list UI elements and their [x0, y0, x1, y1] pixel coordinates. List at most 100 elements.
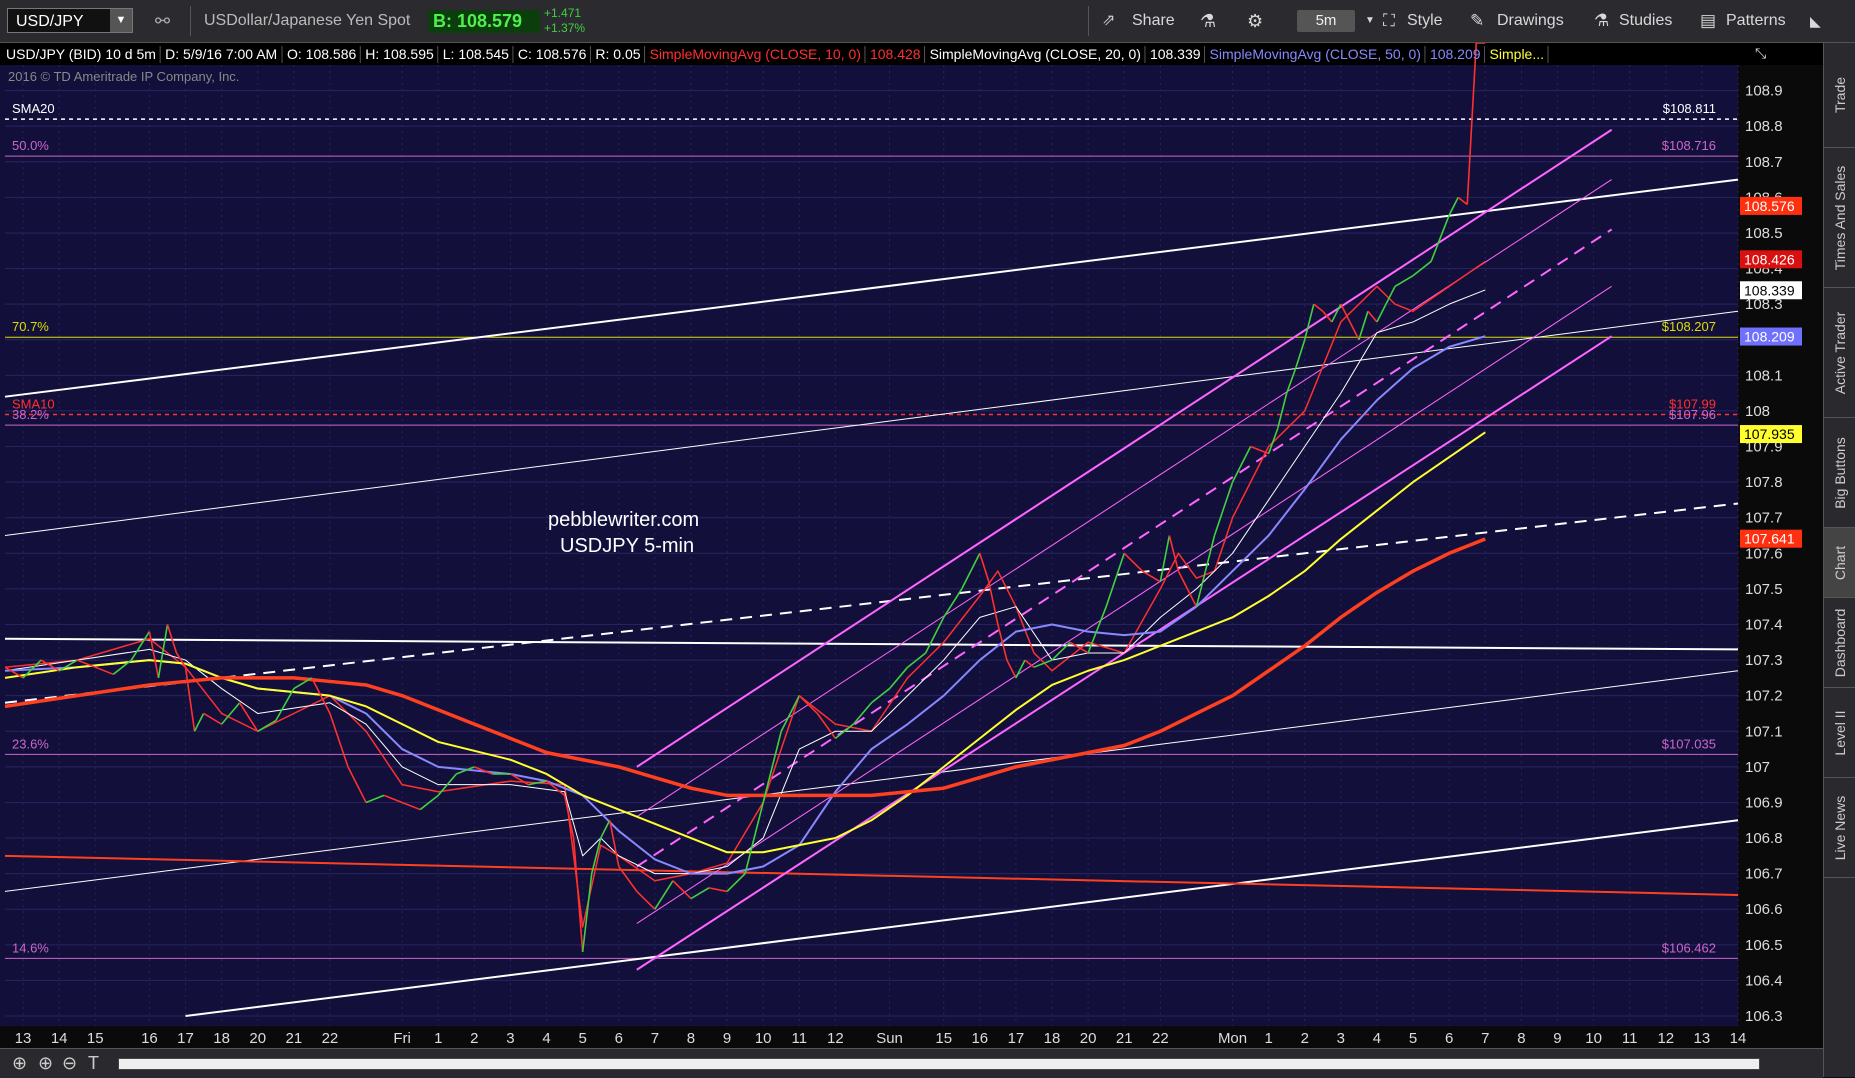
style-icon[interactable]: ⛶	[1383, 0, 1395, 42]
price-tick-label: 106.4	[1745, 972, 1783, 989]
gear-icon[interactable]: ⚙	[1247, 0, 1263, 42]
sidebar-tab-level-ii[interactable]: Level II	[1824, 688, 1855, 778]
time-tick-label: 3	[506, 1030, 514, 1047]
studies-icon[interactable]: ⚗	[1594, 0, 1609, 42]
crosshair-icon: ⤡	[1755, 45, 1766, 61]
text-tool-icon[interactable]: T	[88, 1053, 99, 1074]
header-item: SimpleMovingAvg (CLOSE, 50, 0)	[1210, 46, 1421, 62]
flask-icon[interactable]: ⚗	[1200, 0, 1216, 42]
price-label-text: 107.641	[1744, 531, 1795, 547]
price-tick-label: 106.8	[1745, 830, 1783, 847]
sidebar-tab-label: Live News	[1832, 795, 1848, 860]
header-item: USD/JPY (BID) 10 d 5m	[6, 46, 156, 62]
price-tick-label: 107.6	[1745, 545, 1783, 562]
time-tick-label: 5	[1409, 1030, 1417, 1047]
sidebar-tab-dashboard[interactable]: Dashboard	[1824, 598, 1855, 688]
time-tick-label: 15	[935, 1030, 952, 1047]
scrollbar-thumb[interactable]	[119, 1059, 1759, 1069]
time-tick-label: 11	[792, 1030, 808, 1047]
time-tick-label: 7	[1481, 1030, 1489, 1047]
price-tick-label: 108	[1745, 403, 1770, 420]
time-axis-background	[0, 1026, 1823, 1048]
chart-background	[0, 43, 1823, 1048]
level-label-right: $108.811	[1663, 101, 1716, 116]
price-tick-label: 106.9	[1745, 794, 1783, 811]
price-tick-label: 107.4	[1745, 616, 1783, 633]
sidebar-tab-trade[interactable]: Trade	[1824, 43, 1855, 148]
time-tick-label: 8	[687, 1030, 695, 1047]
collapse-icon[interactable]: ◣	[1810, 0, 1821, 42]
price-tick-label: 108.5	[1745, 225, 1783, 242]
header-item: 108.339	[1150, 46, 1201, 62]
time-tick-label: 4	[1373, 1030, 1381, 1047]
header-item: R: 0.05	[595, 46, 640, 62]
price-label-text: 108.339	[1744, 282, 1795, 298]
time-tick-label: 22	[1152, 1030, 1169, 1047]
price-tick-label: 107.5	[1745, 581, 1783, 598]
level-label-left: 50.0%	[12, 138, 49, 153]
sidebar-tab-active-trader[interactable]: Active Trader	[1824, 288, 1855, 418]
time-tick-label: 16	[141, 1030, 158, 1047]
time-tick-label: 14	[1730, 1030, 1747, 1047]
time-tick-label: Mon	[1218, 1030, 1247, 1047]
price-tick-label: 107.8	[1745, 474, 1783, 491]
sidebar-tab-label: Big Buttons	[1832, 436, 1848, 509]
change-absolute: +1.471	[544, 6, 582, 20]
sidebar-tab-chart[interactable]: Chart	[1824, 528, 1855, 598]
time-tick-label: 18	[213, 1030, 230, 1047]
time-tick-label: 12	[1657, 1030, 1674, 1047]
price-tick-label: 106.7	[1745, 866, 1783, 883]
header-item: Simple...	[1490, 46, 1544, 62]
time-tick-label: Fri	[393, 1030, 411, 1047]
symbol-dropdown-icon[interactable]: ▼	[110, 9, 132, 32]
time-tick-label: 6	[615, 1030, 623, 1047]
level-label-right: $107.96	[1669, 407, 1716, 422]
zoom-in-icon[interactable]: ⊕	[38, 1053, 53, 1074]
time-tick-label: 5	[578, 1030, 586, 1047]
price-tick-label: 107.7	[1745, 510, 1783, 527]
price-label-text: 107.935	[1744, 426, 1795, 442]
share-icon[interactable]: ⇗	[1102, 0, 1115, 42]
time-tick-label: 20	[1080, 1030, 1097, 1047]
time-tick-label: 10	[1585, 1030, 1602, 1047]
header-item: 108.428	[870, 46, 921, 62]
header-item: 108.209	[1430, 46, 1481, 62]
sidebar-tab-label: Level II	[1832, 709, 1848, 756]
price-tick-label: 107	[1745, 759, 1770, 776]
time-tick-label: 6	[1445, 1030, 1453, 1047]
share-button[interactable]: Share	[1132, 0, 1175, 42]
bid-price: B: 108.579	[428, 10, 540, 33]
level-label-right: $106.462	[1662, 940, 1716, 955]
timeframe-button[interactable]: 5m	[1297, 10, 1355, 32]
studies-button[interactable]: Studies	[1619, 0, 1672, 42]
pencil-icon[interactable]: ✎	[1470, 0, 1484, 42]
header-item: L: 108.545	[443, 46, 509, 62]
time-tick-label: 13	[15, 1030, 32, 1047]
drawings-button[interactable]: Drawings	[1497, 0, 1564, 42]
right-sidebar: Trade Times And Sales Active Trader Big But…	[1823, 43, 1855, 1077]
patterns-icon[interactable]: ▤	[1700, 0, 1716, 42]
sidebar-tab-big-buttons[interactable]: Big Buttons	[1824, 418, 1855, 528]
price-tick-label: 107.1	[1745, 723, 1783, 740]
time-tick-label: 18	[1044, 1030, 1061, 1047]
level-label-left: 38.2%	[12, 407, 49, 422]
crosshair-tool-icon[interactable]: ⊕	[12, 1053, 27, 1074]
zoom-out-icon[interactable]: ⊖	[62, 1053, 77, 1074]
price-tick-label: 108.8	[1745, 118, 1783, 135]
level-label-left: 70.7%	[12, 319, 49, 334]
patterns-button[interactable]: Patterns	[1726, 0, 1786, 42]
time-tick-label: 10	[755, 1030, 772, 1047]
timeframe-chevron-icon[interactable]: ▼	[1365, 0, 1375, 42]
level-label-left: 23.6%	[12, 736, 49, 751]
time-tick-label: 13	[1694, 1030, 1711, 1047]
level-label-right: $107.035	[1662, 736, 1716, 751]
time-tick-label: 2	[470, 1030, 478, 1047]
style-button[interactable]: Style	[1407, 0, 1443, 42]
price-tick-label: 107.2	[1745, 688, 1783, 705]
time-scrollbar[interactable]	[118, 1058, 1760, 1070]
time-tick-label: 17	[177, 1030, 194, 1047]
link-icon[interactable]: ⚯	[155, 0, 170, 42]
sidebar-tab-live-news[interactable]: Live News	[1824, 778, 1855, 878]
sidebar-tab-times-and-sales[interactable]: Times And Sales	[1824, 148, 1855, 288]
price-chart[interactable]: SMA20 $108.811 50.0% $108.716 70.7% $108.207 S…	[0, 43, 1823, 1048]
